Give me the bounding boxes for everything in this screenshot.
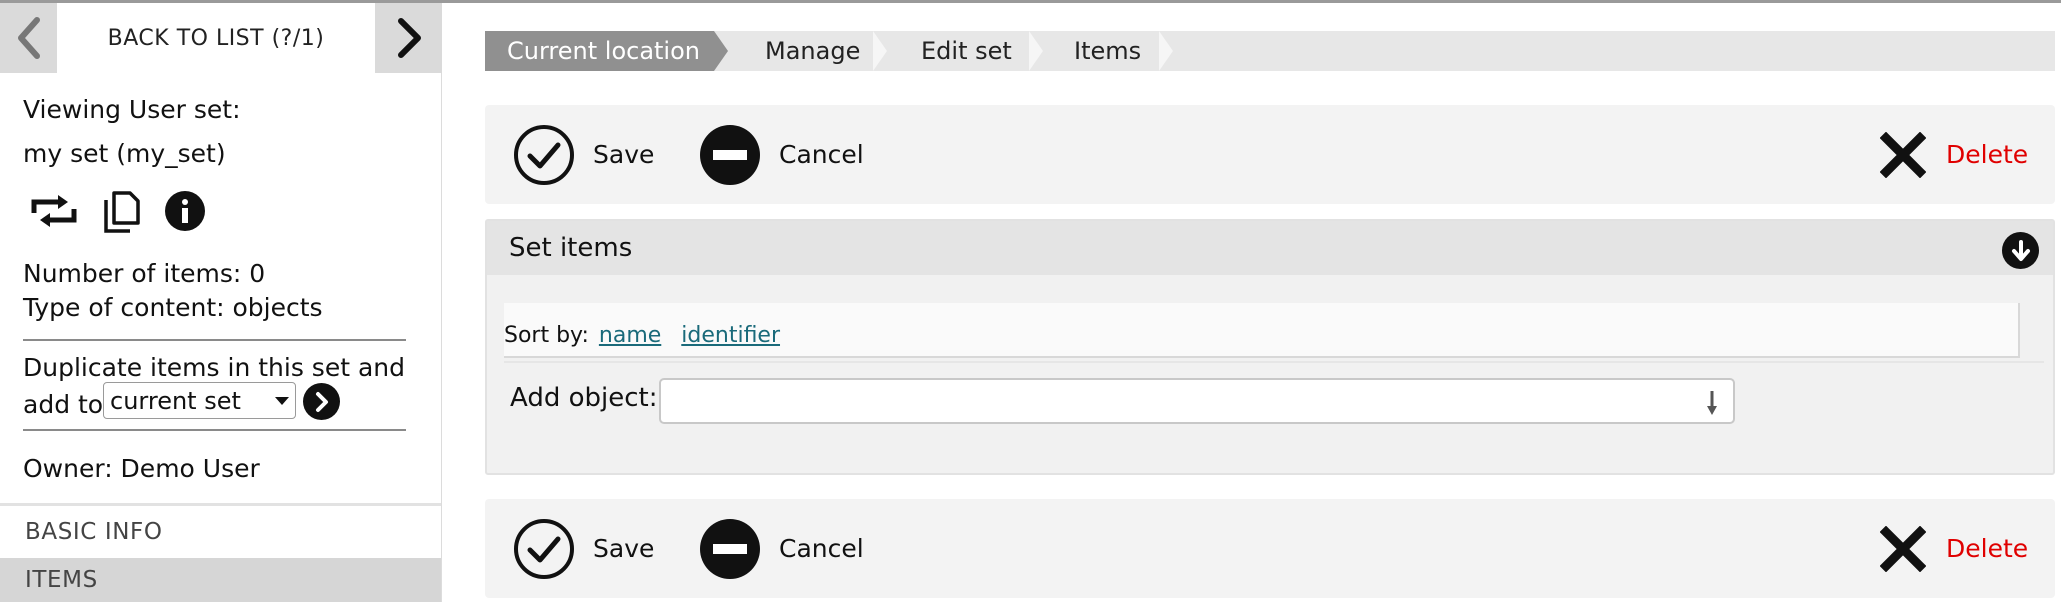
chevron-left-icon: [17, 17, 40, 59]
delete-label: Delete: [1946, 140, 2029, 169]
sort-row: Sort by: name identifier: [504, 319, 780, 351]
breadcrumb-separator: [1029, 31, 1043, 71]
delete-label: Delete: [1946, 534, 2029, 563]
duplicate-items-text: Duplicate items in this set and: [23, 353, 405, 382]
sidebar: BACK TO LIST (?/1) Viewing User set: my …: [0, 3, 442, 602]
number-of-items: Number of items: 0: [23, 259, 266, 288]
set-items-header: Set items: [487, 221, 2053, 275]
breadcrumb-current-location: Current location: [485, 31, 714, 71]
check-circle-icon: [514, 518, 574, 579]
breadcrumb-separator: [714, 31, 728, 71]
chevron-right-icon: [315, 391, 328, 412]
minus-circle-icon: [700, 124, 760, 185]
sidebar-item-items[interactable]: ITEMS: [0, 558, 441, 602]
back-to-list-link[interactable]: BACK TO LIST (?/1): [57, 3, 375, 73]
save-label: Save: [593, 140, 655, 169]
chevron-down-icon: [275, 396, 289, 405]
duplicate-go-button[interactable]: [303, 383, 340, 420]
sort-by-identifier-link[interactable]: identifier: [681, 323, 780, 348]
breadcrumb-separator: [873, 31, 887, 71]
breadcrumb-edit-set[interactable]: Edit set: [899, 31, 1012, 71]
breadcrumb-separator: [1159, 31, 1173, 71]
set-name: my set (my_set): [23, 139, 226, 168]
collapse-toggle-button[interactable]: [2002, 232, 2039, 269]
set-items-panel: Set items Sort by: name identifier Add o…: [485, 219, 2055, 475]
duplicate-target-select[interactable]: current set: [103, 382, 296, 419]
divider: [504, 361, 2044, 363]
set-items-title: Set items: [509, 233, 633, 263]
sort-by-name-link[interactable]: name: [599, 323, 661, 348]
close-icon: [1880, 131, 1926, 178]
arrow-down-icon: [2011, 239, 2030, 261]
cancel-label: Cancel: [779, 534, 864, 563]
divider: [23, 429, 406, 431]
back-to-list-row: BACK TO LIST (?/1): [0, 3, 442, 73]
type-of-content: Type of content: objects: [23, 293, 323, 322]
minus-circle-icon: [700, 518, 760, 579]
action-bar-top: Save Cancel Delete: [485, 105, 2055, 204]
sort-by-label: Sort by:: [504, 322, 589, 348]
close-icon: [1880, 525, 1926, 572]
previous-record-button[interactable]: [0, 3, 57, 73]
breadcrumb: Current location Manage Edit set Items: [485, 31, 2055, 71]
breadcrumb-manage[interactable]: Manage: [743, 31, 860, 71]
breadcrumb-items[interactable]: Items: [1052, 31, 1141, 71]
add-to-label: add to: [23, 390, 104, 419]
info-icon[interactable]: [164, 190, 206, 232]
chevron-right-icon: [397, 18, 421, 58]
arrow-down-icon: [1707, 391, 1717, 415]
save-label: Save: [593, 534, 655, 563]
sidebar-item-basic-info[interactable]: BASIC INFO: [0, 503, 441, 558]
swap-icon[interactable]: [28, 193, 80, 229]
next-record-button[interactable]: [375, 3, 442, 73]
divider: [23, 339, 406, 341]
add-object-input[interactable]: [659, 378, 1735, 424]
copy-icon[interactable]: [102, 189, 142, 233]
cancel-button[interactable]: Cancel: [699, 499, 864, 598]
add-object-label: Add object:: [510, 383, 658, 413]
save-button[interactable]: Save: [513, 499, 654, 598]
sort-options-box: Sort by: name identifier: [504, 303, 2020, 358]
set-actions-icons: [28, 189, 206, 233]
duplicate-target-value: current set: [110, 386, 241, 415]
action-bar-bottom: Save Cancel Delete: [485, 499, 2055, 598]
delete-button[interactable]: Delete: [1880, 499, 2028, 598]
check-circle-icon: [514, 124, 574, 185]
save-button[interactable]: Save: [513, 105, 654, 204]
sidebar-info: Viewing User set: my set (my_set) Number…: [0, 73, 441, 503]
viewing-label: Viewing User set:: [23, 95, 241, 124]
cancel-label: Cancel: [779, 140, 864, 169]
delete-button[interactable]: Delete: [1880, 105, 2028, 204]
owner-text: Owner: Demo User: [23, 454, 260, 483]
cancel-button[interactable]: Cancel: [699, 105, 864, 204]
